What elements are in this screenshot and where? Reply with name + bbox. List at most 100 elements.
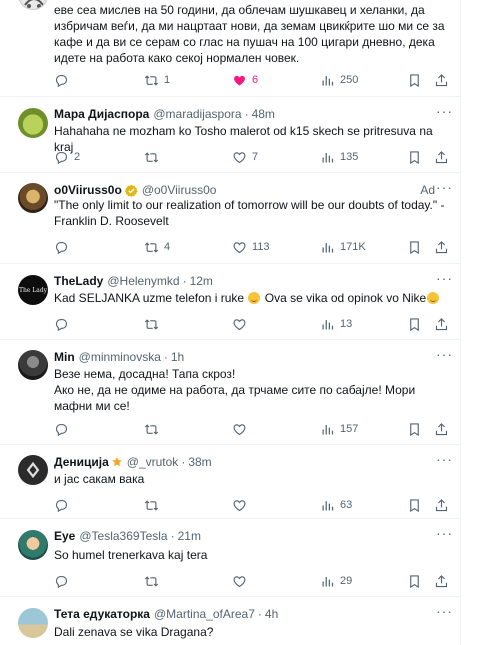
share-button[interactable] (434, 573, 449, 589)
like-button[interactable]: 113 (232, 239, 270, 255)
retweet-button[interactable] (144, 149, 164, 165)
laughing-emoji-icon (248, 292, 261, 304)
timestamp[interactable]: 21m (178, 529, 201, 543)
bookmark-button[interactable] (407, 316, 422, 332)
avatar[interactable] (18, 350, 48, 380)
reply-button[interactable] (54, 72, 74, 88)
bookmark-button[interactable] (407, 149, 422, 165)
retweet-button[interactable] (144, 421, 164, 437)
more-options-button[interactable]: ··· (436, 103, 453, 119)
bookmark-button[interactable] (407, 497, 422, 513)
views-button[interactable]: 29 (320, 573, 352, 589)
tweet-actions: 4 113 171K (54, 239, 434, 255)
separator-dot: · (163, 350, 168, 364)
more-options-button[interactable]: ··· (436, 270, 453, 286)
share-button[interactable] (434, 72, 449, 88)
author-name[interactable]: Min (54, 350, 75, 364)
retweet-icon (144, 574, 159, 589)
author-handle[interactable]: @Martina_ofArea7 (154, 607, 255, 621)
reply-icon (54, 73, 69, 88)
views-button[interactable]: 250 (320, 72, 358, 88)
share-button[interactable] (434, 316, 449, 332)
like-button[interactable] (232, 497, 252, 513)
timeline-feed: еве сеа мислев на 50 години, да облечам … (0, 0, 461, 645)
avatar[interactable] (18, 530, 48, 560)
author-handle[interactable]: @maradijaspora (153, 107, 241, 121)
bookmark-button[interactable] (407, 239, 422, 255)
tweet[interactable]: Тета едукаторка @Martina_ofArea7 · 4h ··… (0, 597, 461, 645)
author-name[interactable]: Мара Дијаспора (54, 107, 149, 121)
share-button[interactable] (434, 497, 449, 513)
more-options-button[interactable]: ··· (436, 525, 453, 541)
bookmark-icon (407, 73, 422, 88)
avatar[interactable]: The Lady (18, 275, 48, 305)
author-name[interactable]: TheLady (54, 274, 103, 288)
tweet-text: So humel trenerkava kaj tera (54, 548, 208, 562)
author-handle[interactable]: @Helenymkd (107, 274, 179, 288)
tweet[interactable]: Eye @Tesla369Tesla · 21m ··· So humel tr… (0, 519, 461, 597)
more-options-button[interactable]: ··· (436, 346, 453, 362)
views-button[interactable]: 13 (320, 316, 352, 332)
tweet-actions: 29 (54, 573, 434, 589)
bookmark-icon (407, 498, 422, 513)
retweet-button[interactable]: 1 (144, 72, 170, 88)
reply-button[interactable] (54, 316, 74, 332)
author-handle[interactable]: @minminovska (79, 350, 161, 364)
author-name[interactable]: o0Viiruss0o (54, 183, 122, 197)
avatar[interactable] (18, 0, 48, 10)
timestamp[interactable]: 12m (190, 274, 213, 288)
like-button[interactable] (232, 316, 252, 332)
more-options-button[interactable]: ··· (436, 179, 453, 195)
tweet[interactable]: The Lady TheLady @Helenymkd · 12m ··· Ka… (0, 264, 461, 340)
reply-icon (54, 422, 69, 437)
like-button[interactable] (232, 573, 252, 589)
author-name[interactable]: Дениција (54, 455, 109, 469)
like-button[interactable] (232, 421, 252, 437)
author-handle[interactable]: @Tesla369Tesla (79, 529, 167, 543)
bookmark-button[interactable] (407, 421, 422, 437)
author-handle[interactable]: @o0Viiruss0o (142, 183, 217, 197)
tweet[interactable]: Дениција @_vrutok · 38m ··· и јас сакам … (0, 445, 461, 519)
bookmark-icon (407, 422, 422, 437)
avatar[interactable] (18, 608, 48, 638)
views-button[interactable]: 171K (320, 239, 366, 255)
avatar[interactable] (18, 183, 48, 213)
share-icon (434, 422, 449, 437)
share-button[interactable] (434, 149, 449, 165)
more-options-button[interactable]: ··· (436, 451, 453, 467)
views-button[interactable]: 63 (320, 497, 352, 513)
author-name[interactable]: Eye (54, 529, 75, 543)
share-button[interactable] (434, 421, 449, 437)
bookmark-button[interactable] (407, 573, 422, 589)
share-button[interactable] (434, 239, 449, 255)
avatar[interactable] (18, 108, 48, 138)
bookmark-button[interactable] (407, 72, 422, 88)
more-options-button[interactable]: ··· (436, 603, 453, 619)
retweet-button[interactable]: 4 (144, 239, 170, 255)
timestamp[interactable]: 1h (171, 350, 184, 364)
bookmark-icon (407, 317, 422, 332)
retweet-icon (144, 150, 159, 165)
tweet[interactable]: Min @minminovska · 1h ··· Везе нема, дос… (0, 340, 461, 445)
like-button[interactable]: 6 (232, 72, 258, 88)
author-handle[interactable]: @_vrutok (127, 455, 179, 469)
like-button[interactable]: 7 (232, 149, 258, 165)
views-button[interactable]: 135 (320, 149, 358, 165)
reply-button[interactable] (54, 573, 74, 589)
views-button[interactable]: 157 (320, 421, 358, 437)
retweet-button[interactable] (144, 573, 164, 589)
avatar[interactable] (18, 455, 48, 485)
timestamp[interactable]: 48m (252, 107, 275, 121)
retweet-button[interactable] (144, 497, 164, 513)
reply-button[interactable]: 2 (54, 149, 80, 165)
reply-button[interactable] (54, 497, 74, 513)
timestamp[interactable]: 4h (265, 607, 278, 621)
tweet[interactable]: Мара Дијаспора @maradijaspora · 48m ··· … (0, 97, 461, 173)
reply-button[interactable] (54, 421, 74, 437)
author-name[interactable]: Тета едукаторка (54, 607, 150, 621)
tweet[interactable]: еве сеа мислев на 50 години, да облечам … (0, 0, 461, 97)
tweet[interactable]: o0Viiruss0o @o0Viiruss0o Ad ··· "The onl… (0, 173, 461, 264)
retweet-button[interactable] (144, 316, 164, 332)
reply-button[interactable] (54, 239, 74, 255)
timestamp[interactable]: 38m (188, 455, 211, 469)
